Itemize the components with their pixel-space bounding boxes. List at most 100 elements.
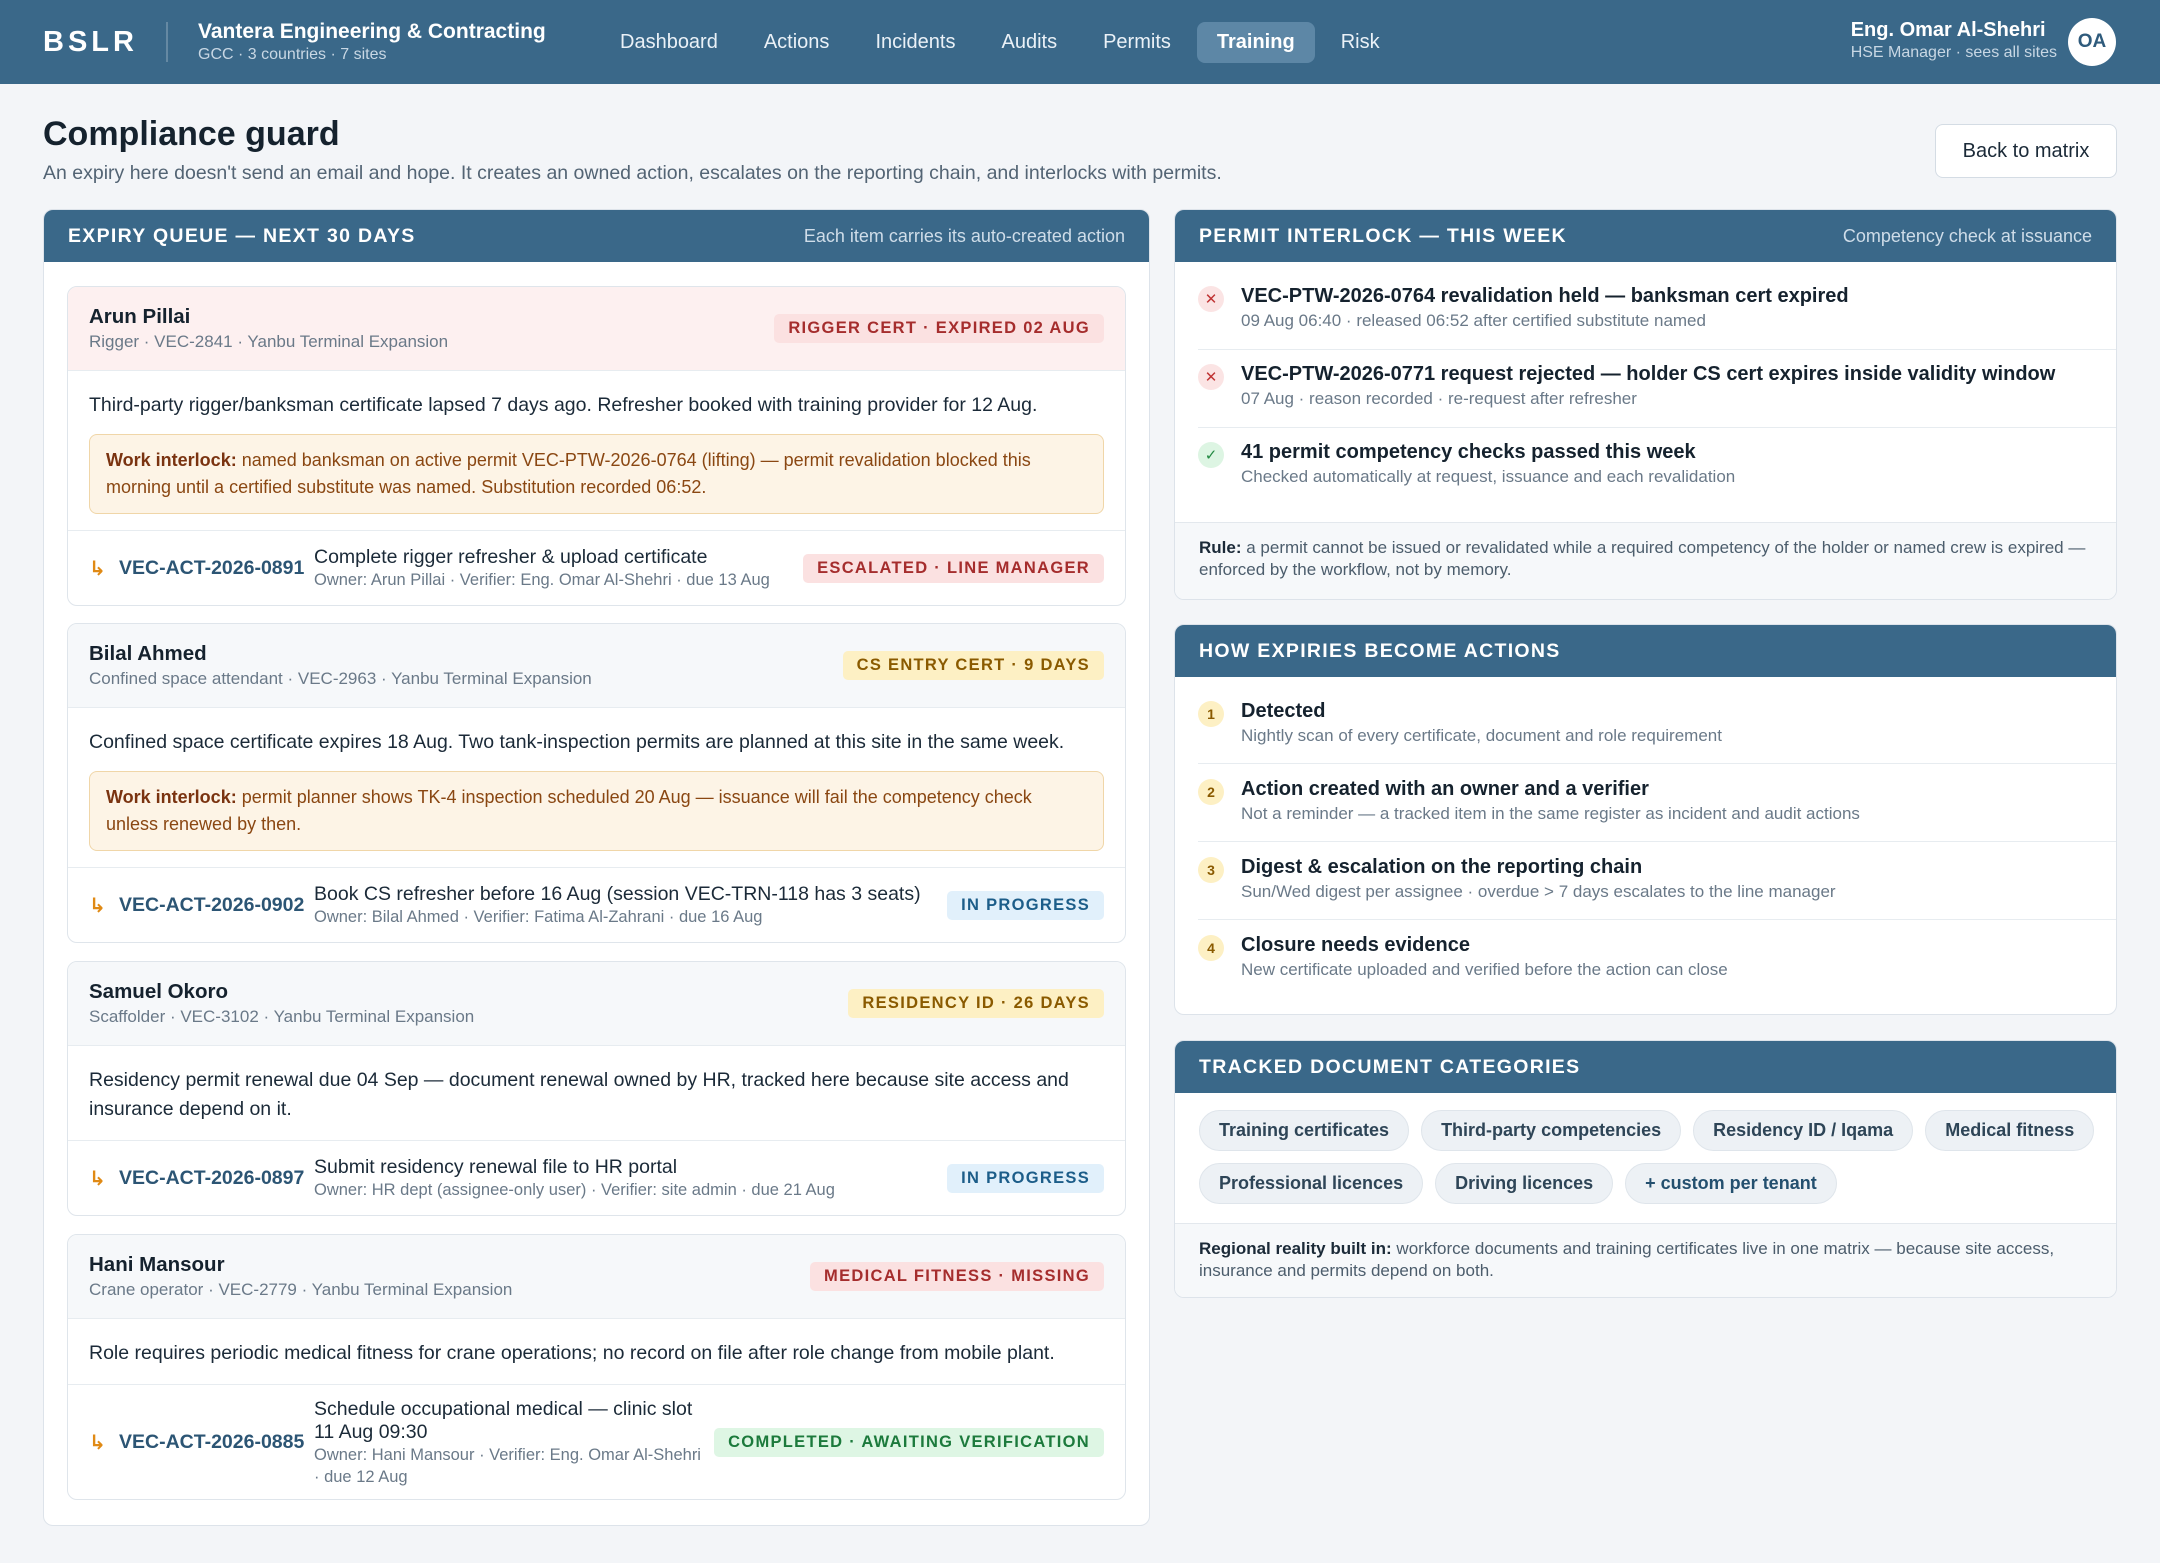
brand-divider — [166, 22, 168, 62]
nav-dashboard[interactable]: Dashboard — [600, 22, 738, 63]
organization-info: Vantera Engineering & Contracting GCC · … — [198, 19, 600, 65]
permit-interlock-title: Permit interlock — this week — [1199, 224, 1567, 247]
expiry-card-samuel-okoro[interactable]: Samuel Okoro Scaffolder · VEC-3102 · Yan… — [67, 961, 1126, 1216]
expiry-card-arun-pillai[interactable]: Arun Pillai Rigger · VEC-2841 · Yanbu Te… — [67, 286, 1126, 606]
action-title: Submit residency renewal file to HR port… — [314, 1156, 678, 1178]
return-arrow-icon: ↳ — [89, 558, 106, 580]
permit-event-title: VEC-PTW-2026-0764 revalidation held — ba… — [1241, 285, 1849, 307]
back-to-matrix-button[interactable]: Back to matrix — [1935, 124, 2117, 178]
person-meta: Rigger · VEC-2841 · Yanbu Terminal Expan… — [89, 332, 449, 351]
user-name: Eng. Omar Al-Shehri — [1850, 19, 2046, 41]
category-chip[interactable]: Training certificates — [1199, 1110, 1410, 1151]
step-title: Detected — [1241, 700, 1326, 722]
person-meta: Scaffolder · VEC-3102 · Yanbu Terminal E… — [89, 1007, 475, 1026]
permit-event-row[interactable]: ✓ 41 permit competency checks passed thi… — [1198, 440, 2116, 489]
card-body: Third-party rigger/banksman certificate … — [68, 371, 1125, 530]
person-meta: Confined space attendant · VEC-2963 · Ya… — [89, 669, 592, 688]
brand-logo[interactable]: BSLR — [0, 26, 166, 59]
page-subtitle: An expiry here doesn't send an email and… — [43, 162, 1222, 184]
organization-name: Vantera Engineering & Contracting — [198, 20, 546, 43]
action-status-badge: In progress — [947, 891, 1104, 920]
nav-audits[interactable]: Audits — [982, 22, 1078, 63]
return-arrow-icon: ↳ — [89, 1432, 106, 1454]
person-meta: Crane operator · VEC-2779 · Yanbu Termin… — [89, 1280, 513, 1299]
action-details: Book CS refresher before 16 Aug (session… — [314, 883, 947, 928]
person-name[interactable]: Arun Pillai — [89, 303, 448, 330]
permit-event-title: VEC-PTW-2026-0771 request rejected — hol… — [1241, 363, 2056, 385]
user-menu[interactable]: Eng. Omar Al-Shehri HSE Manager · sees a… — [1851, 18, 2057, 63]
action-id-link[interactable]: VEC-ACT-2026-0897 — [119, 1167, 314, 1190]
action-details: Complete rigger refresher & upload certi… — [314, 546, 803, 591]
document-categories-panel: Tracked document categories Training cer… — [1174, 1040, 2117, 1298]
check-icon: ✓ — [1198, 442, 1224, 468]
action-status-badge: In progress — [947, 1164, 1104, 1193]
process-step: 2 Action created with an owner and a ver… — [1198, 777, 2116, 826]
permit-rule-note: Rule: a permit cannot be issued or reval… — [1175, 522, 2116, 599]
action-title: Complete rigger refresher & upload certi… — [314, 546, 708, 568]
action-meta: Owner: HR dept (assignee-only user) · Ve… — [314, 1181, 835, 1199]
divider — [1198, 763, 2116, 764]
expiry-status-badge: CS entry cert · 9 days — [842, 651, 1104, 680]
nav-incidents[interactable]: Incidents — [855, 22, 975, 63]
nav-permits[interactable]: Permits — [1083, 22, 1191, 63]
action-id-link[interactable]: VEC-ACT-2026-0902 — [119, 894, 314, 917]
action-id-link[interactable]: VEC-ACT-2026-0885 — [119, 1431, 314, 1454]
add-custom-category-button[interactable]: + custom per tenant — [1625, 1163, 1837, 1204]
nav-training[interactable]: Training — [1196, 21, 1315, 63]
step-number-badge: 4 — [1198, 935, 1224, 961]
avatar[interactable]: OA — [2068, 18, 2116, 66]
linked-action-row[interactable]: ↳ VEC-ACT-2026-0891 Complete rigger refr… — [68, 530, 1125, 605]
permit-event-detail: 09 Aug 06:40 · released 06:52 after cert… — [1241, 311, 1706, 330]
return-arrow-icon: ↳ — [89, 895, 106, 917]
category-chip[interactable]: Driving licences — [1435, 1163, 1614, 1204]
card-body: Role requires periodic medical fitness f… — [68, 1319, 1125, 1384]
work-interlock-note: Work interlock: named banksman on active… — [89, 434, 1104, 514]
linked-action-row[interactable]: ↳ VEC-ACT-2026-0885 Schedule occupationa… — [68, 1384, 1125, 1499]
person-name[interactable]: Hani Mansour — [89, 1251, 512, 1278]
expiry-queue-header: Expiry queue — next 30 days Each item ca… — [44, 210, 1149, 262]
permit-event-detail: Checked automatically at request, issuan… — [1241, 467, 1736, 486]
category-chip[interactable]: Professional licences — [1199, 1163, 1424, 1204]
action-details: Submit residency renewal file to HR port… — [314, 1156, 947, 1201]
action-id-link[interactable]: VEC-ACT-2026-0891 — [119, 557, 314, 580]
action-meta: Owner: Bilal Ahmed · Verifier: Fatima Al… — [314, 908, 763, 926]
linked-action-row[interactable]: ↳ VEC-ACT-2026-0902 Book CS refresher be… — [68, 867, 1125, 942]
x-icon: ✕ — [1198, 364, 1224, 390]
step-number-badge: 3 — [1198, 857, 1224, 883]
expiry-status-badge: Residency ID · 26 days — [848, 989, 1104, 1018]
interlock-text: named banksman on active permit VEC-PTW-… — [106, 450, 1031, 497]
interlock-label: Work interlock: — [106, 787, 237, 807]
nav-risk[interactable]: Risk — [1321, 22, 1400, 63]
nav-actions[interactable]: Actions — [744, 22, 850, 63]
regional-note: Regional reality built in: workforce doc… — [1175, 1223, 2116, 1297]
expiry-card-bilal-ahmed[interactable]: Bilal Ahmed Confined space attendant · V… — [67, 623, 1126, 943]
permit-event-title: 41 permit competency checks passed this … — [1241, 441, 1696, 463]
step-detail: Nightly scan of every certificate, docum… — [1241, 726, 1722, 745]
page-title: Compliance guard — [43, 115, 340, 153]
linked-action-row[interactable]: ↳ VEC-ACT-2026-0897 Submit residency ren… — [68, 1140, 1125, 1215]
card-body: Confined space certificate expires 18 Au… — [68, 708, 1125, 867]
expiry-card-hani-mansour[interactable]: Hani Mansour Crane operator · VEC-2779 ·… — [67, 1234, 1126, 1500]
person-name[interactable]: Samuel Okoro — [89, 978, 474, 1005]
category-chip-list: Training certificates Third-party compet… — [1199, 1110, 2116, 1204]
person-name[interactable]: Bilal Ahmed — [89, 640, 592, 667]
top-navigation-bar: BSLR Vantera Engineering & Contracting G… — [0, 0, 2160, 84]
process-step: 1 Detected Nightly scan of every certifi… — [1198, 699, 2116, 748]
regional-note-label: Regional reality built in: — [1199, 1239, 1392, 1258]
category-chip[interactable]: Medical fitness — [1925, 1110, 2095, 1151]
how-expiries-header: How expiries become actions — [1175, 625, 2116, 677]
user-role: HSE Manager · sees all sites — [1850, 44, 2057, 61]
category-chip[interactable]: Residency ID / Iqama — [1693, 1110, 1914, 1151]
step-number-badge: 2 — [1198, 779, 1224, 805]
rule-text: a permit cannot be issued or revalidated… — [1199, 538, 2086, 579]
action-status-badge: Escalated · line manager — [803, 554, 1104, 583]
permit-event-row[interactable]: ✕ VEC-PTW-2026-0771 request rejected — h… — [1198, 362, 2116, 411]
action-title: Book CS refresher before 16 Aug (session… — [314, 883, 921, 905]
x-icon: ✕ — [1198, 286, 1224, 312]
permit-event-row[interactable]: ✕ VEC-PTW-2026-0764 revalidation held — … — [1198, 284, 2116, 333]
card-description: Third-party rigger/banksman certificate … — [89, 394, 1038, 416]
permit-interlock-note: Competency check at issuance — [1842, 225, 2092, 246]
expiry-status-badge: Medical fitness · missing — [810, 1262, 1104, 1291]
interlock-text: permit planner shows TK-4 inspection sch… — [106, 787, 1032, 834]
category-chip[interactable]: Third-party competencies — [1421, 1110, 1682, 1151]
